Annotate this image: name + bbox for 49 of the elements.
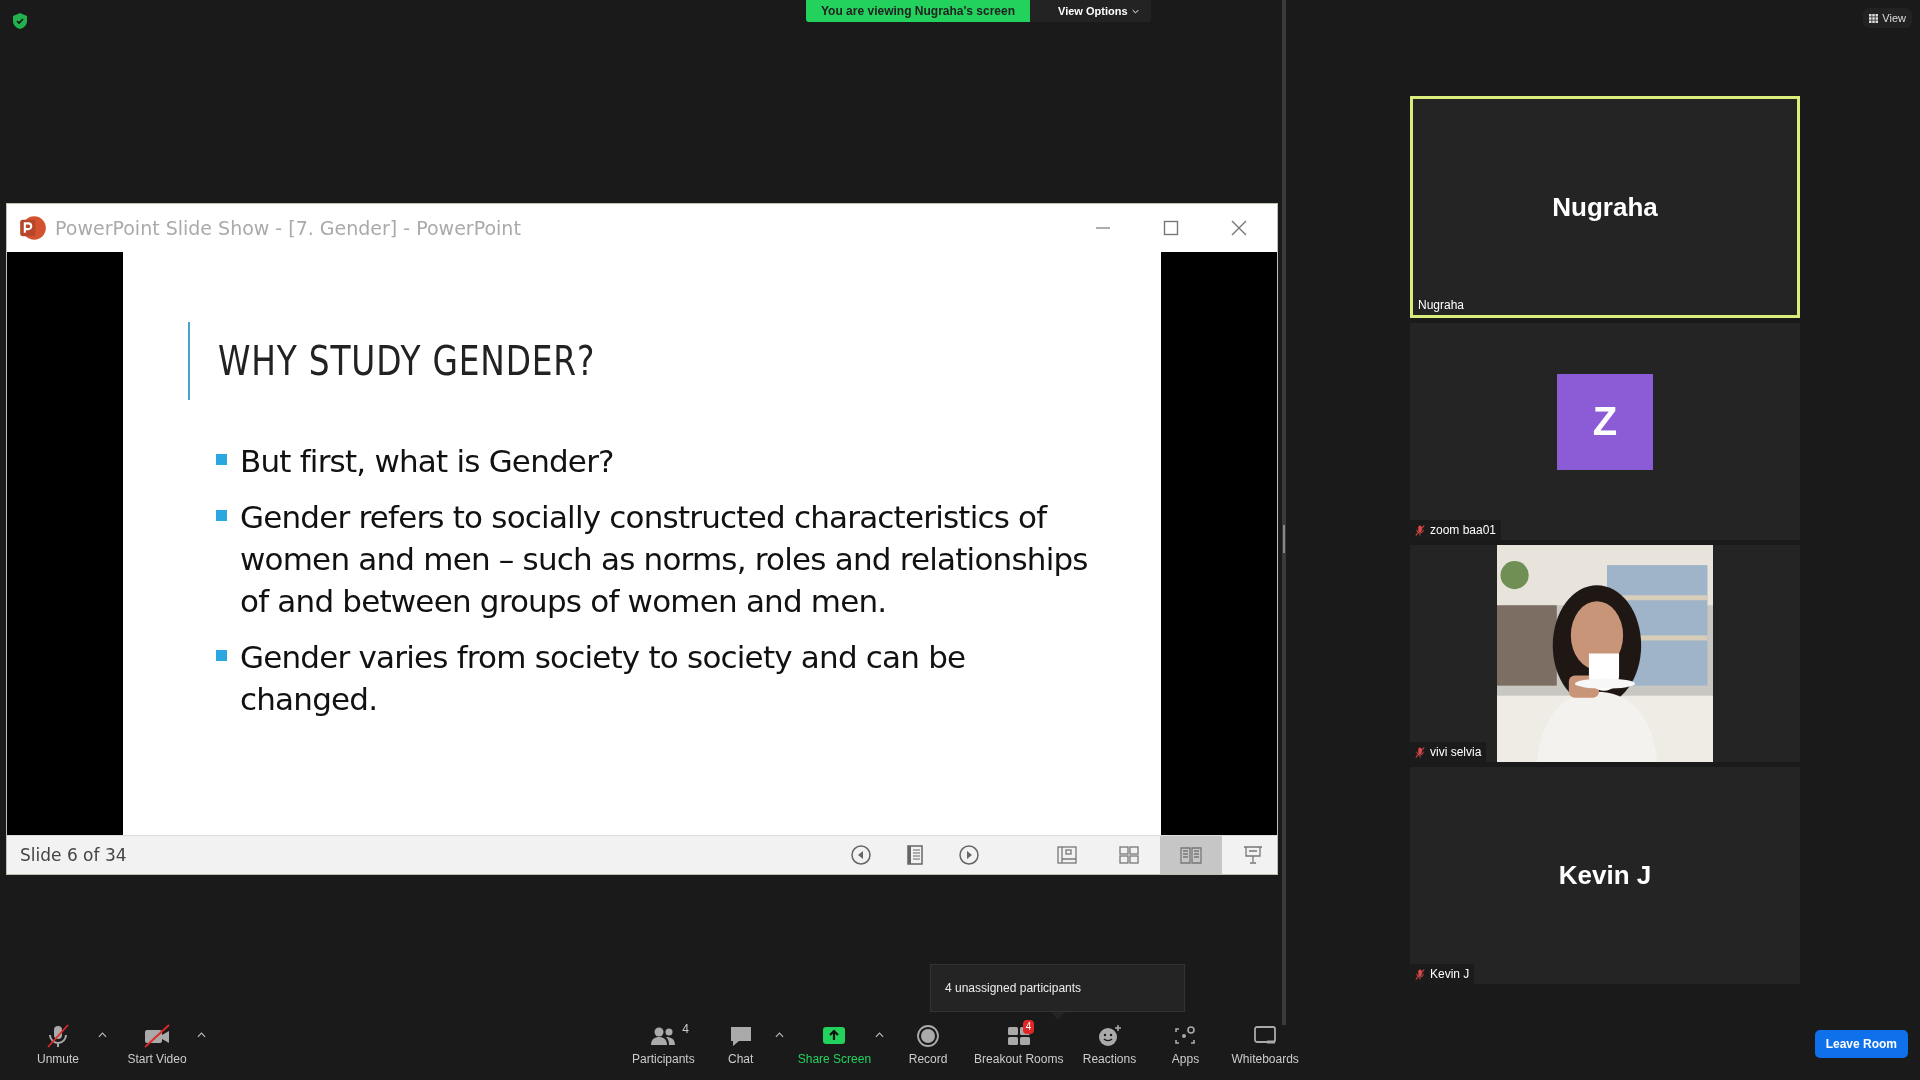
- powerpoint-logo-icon: [19, 214, 47, 242]
- share-button[interactable]: Share Screen: [789, 1024, 880, 1066]
- reactions-button[interactable]: Reactions: [1071, 1024, 1148, 1066]
- bullet-icon: [216, 650, 227, 661]
- participant-name: Kevin J: [1558, 860, 1652, 891]
- participant-name: Nugraha: [1418, 298, 1465, 312]
- sharing-banner: You are viewing Nugraha's screen: [806, 0, 1031, 22]
- video-camera-off-icon: [143, 1024, 171, 1048]
- bullet-text: Gender varies from society to society and can be changed.: [240, 638, 967, 719]
- bullet-text: But first, what is Gender?: [240, 442, 614, 481]
- tooltip-text: 4 unassigned participants: [945, 981, 1082, 995]
- muted-microphone-icon: [44, 1024, 72, 1048]
- view-button[interactable]: View: [1863, 8, 1912, 28]
- count-badge: 4: [1022, 1020, 1035, 1034]
- shield-icon[interactable]: [13, 13, 27, 29]
- chat-button[interactable]: Chat: [702, 1024, 779, 1066]
- close-icon[interactable]: [1229, 218, 1249, 238]
- bullet-icon: [216, 510, 227, 521]
- maximize-icon[interactable]: [1161, 218, 1181, 238]
- slide-title: WHY STUDY GENDER?: [218, 338, 596, 384]
- caret-icon[interactable]: [774, 1032, 784, 1038]
- slide-counter: Slide 6 of 34: [19, 845, 127, 865]
- record-button[interactable]: Record: [890, 1024, 967, 1066]
- sorter-view-icon: [1117, 843, 1141, 867]
- bullet-icon: [216, 454, 227, 465]
- chevron-down-icon: [1131, 8, 1139, 14]
- mic-off-button[interactable]: Unmute: [20, 1024, 96, 1066]
- previous-icon[interactable]: [849, 843, 873, 867]
- slideshow-view-icon: [1241, 843, 1265, 867]
- participant-count: 4: [682, 1022, 690, 1036]
- view-options-button[interactable]: View Options: [1030, 0, 1151, 22]
- participant-name: zoom baa01: [1430, 523, 1497, 537]
- avatar: Z: [1557, 373, 1653, 470]
- next-icon[interactable]: [957, 843, 981, 867]
- normal-view-icon: [1055, 843, 1079, 867]
- bullet-text: Gender refers to socially constructed characteristics of women and men – such as norms, roles and relationships of and between groups of women and men.: [240, 498, 1089, 621]
- grid-icon: [1869, 13, 1879, 23]
- participant-name: Nugraha: [1552, 191, 1658, 223]
- caret-icon[interactable]: [875, 1032, 885, 1038]
- participant-name: vivi selvia: [1430, 745, 1482, 759]
- window-title: PowerPoint Slide Show - [7. Gender] - PowerPoint: [55, 217, 521, 239]
- apps-button[interactable]: Apps: [1147, 1024, 1224, 1066]
- participants-button[interactable]: 4 Participants: [624, 1024, 703, 1066]
- caret-icon[interactable]: [98, 1032, 107, 1038]
- leave-room-button[interactable]: Leave Room: [1814, 1030, 1908, 1058]
- video-off-button[interactable]: Start Video: [119, 1024, 195, 1066]
- whiteboards-button[interactable]: Whiteboards: [1223, 1024, 1307, 1066]
- caret-icon[interactable]: [197, 1032, 206, 1038]
- participant-name: Kevin J: [1430, 967, 1470, 981]
